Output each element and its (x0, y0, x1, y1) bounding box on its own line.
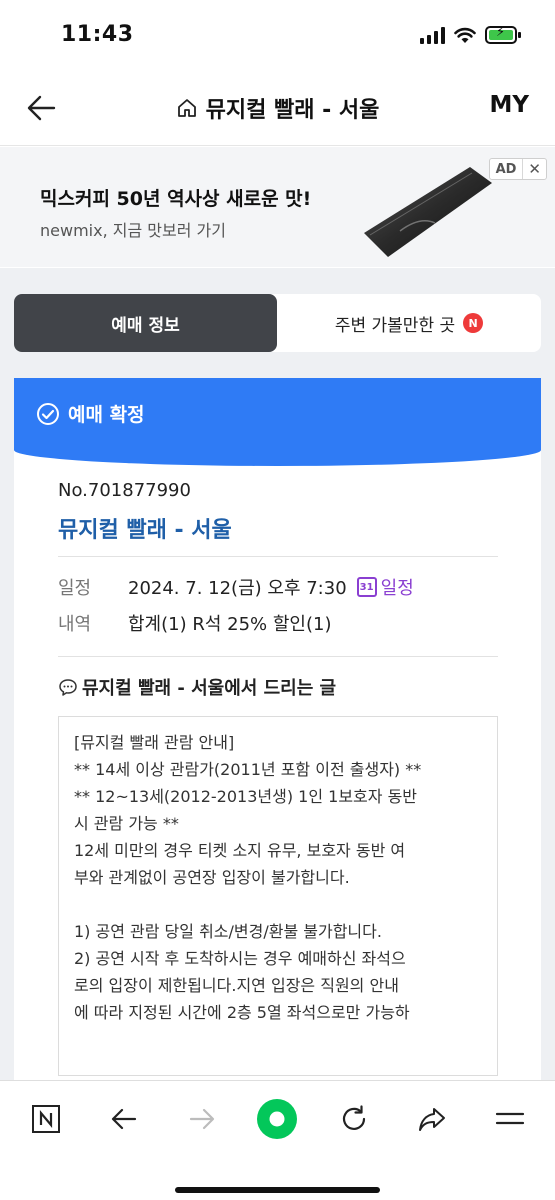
message-title: 뮤지컬 빨래 - 서울에서 드리는 글 (58, 674, 336, 700)
message-line: [뮤지컬 빨래 관람 안내] (74, 733, 235, 752)
ad-subtitle: newmix, 지금 맛보러 가기 (40, 221, 226, 240)
status-bar: 11:43 ⚡ (0, 0, 555, 70)
divider (58, 556, 498, 557)
message-line: 1) 공연 관람 당일 취소/변경/환불 불가합니다. (74, 922, 382, 941)
message-line: 에 따라 지정된 시간에 2층 5열 좌석으로만 가능하 (74, 1003, 410, 1022)
ad-title: 믹스커피 50년 역사상 새로운 맛! (40, 188, 312, 210)
ad-close-icon[interactable]: ✕ (523, 160, 546, 178)
status-icons: ⚡ (420, 25, 521, 44)
schedule-value: 2024. 7. 12(금) 오후 7:30 (128, 578, 347, 599)
signal-icon (420, 26, 445, 44)
app-header: 뮤지컬 빨래 - 서울 MY (0, 70, 555, 146)
ad-badge[interactable]: AD ✕ (488, 158, 547, 180)
home-icon (177, 99, 196, 117)
home-indicator (175, 1187, 380, 1193)
page-title-group[interactable]: 뮤지컬 빨래 - 서울 (0, 92, 555, 124)
naver-home-button[interactable] (24, 1097, 68, 1141)
naver-n-icon (32, 1105, 60, 1133)
back-arrow-icon (111, 1108, 137, 1130)
message-line (74, 891, 482, 918)
check-circle-icon (37, 402, 59, 425)
battery-icon: ⚡ (485, 25, 521, 44)
back-nav-button[interactable] (102, 1097, 146, 1141)
hamburger-menu-icon (495, 1112, 525, 1125)
tab-booking-info[interactable]: 예매 정보 (14, 294, 277, 352)
new-badge: N (463, 313, 484, 333)
divider (58, 656, 498, 657)
message-line: 2) 공연 시작 후 도착하시는 경우 예매하신 좌석으 (74, 949, 406, 968)
page-title: 뮤지컬 빨래 - 서울 (205, 98, 380, 123)
show-title[interactable]: 뮤지컬 빨래 - 서울 (58, 512, 232, 544)
schedule-label: 일정 (58, 578, 92, 599)
add-calendar-link[interactable]: 31 일정 (356, 574, 414, 600)
booking-card: 예매 확정 No.701877990 뮤지컬 빨래 - 서울 일정 2024. … (14, 378, 541, 1080)
message-line: 12세 미만의 경우 티켓 소지 유무, 보호자 동반 여 (74, 841, 406, 860)
naver-green-button[interactable] (255, 1097, 299, 1141)
booking-number: No.701877990 (58, 480, 191, 501)
chat-bubble-icon (59, 679, 77, 696)
status-time: 11:43 (61, 22, 134, 47)
schedule-row: 일정 2024. 7. 12(금) 오후 7:30 31 일정 (58, 574, 414, 600)
tab-nearby-places[interactable]: 주변 가볼만한 곳 N (277, 294, 541, 352)
main-content: 예매 정보 주변 가볼만한 곳 N 예매 확정 No.701877990 뮤지컬… (0, 268, 555, 1080)
message-title-text: 뮤지컬 빨래 - 서울에서 드리는 글 (82, 678, 337, 699)
message-line: 시 관람 가능 ** (74, 814, 179, 833)
details-label: 내역 (58, 614, 92, 635)
forward-nav-button[interactable] (180, 1097, 224, 1141)
message-line: 로의 입장이 제한됩니다.지연 입장은 직원의 안내 (74, 976, 399, 995)
browser-toolbar (0, 1080, 555, 1200)
forward-arrow-icon (189, 1108, 215, 1130)
booking-status: 예매 확정 (68, 404, 145, 426)
wifi-icon (454, 27, 476, 43)
refresh-icon (342, 1105, 366, 1130)
tab-bar: 예매 정보 주변 가볼만한 곳 N (14, 294, 541, 352)
message-line: ** 12~13세(2012-2013년생) 1인 1보호자 동반 (74, 787, 418, 806)
calendar-icon: 31 (356, 577, 377, 597)
my-button[interactable]: MY (489, 92, 529, 118)
details-value: 합계(1) R석 25% 할인(1) (128, 614, 332, 635)
ad-banner[interactable]: 믹스커피 50년 역사상 새로운 맛! newmix, 지금 맛보러 가기 AD… (0, 147, 555, 267)
refresh-button[interactable] (332, 1097, 376, 1141)
message-box[interactable]: [뮤지컬 빨래 관람 안내] ** 14세 이상 관람가(2011년 포함 이전… (58, 716, 498, 1076)
details-row: 내역 합계(1) R석 25% 할인(1) (58, 610, 331, 636)
message-line: ** 14세 이상 관람가(2011년 포함 이전 출생자) ** (74, 760, 422, 779)
ad-product-image (364, 167, 492, 257)
share-button[interactable] (410, 1097, 454, 1141)
ad-label: AD (490, 159, 524, 179)
green-dot-icon (257, 1099, 297, 1139)
message-line: 부와 관계없이 공연장 입장이 불가합니다. (74, 868, 350, 887)
share-arrow-icon (419, 1108, 445, 1131)
menu-button[interactable] (488, 1097, 532, 1141)
tab-nearby-label: 주변 가볼만한 곳 (334, 315, 456, 336)
confirm-banner: 예매 확정 (14, 378, 541, 466)
calendar-link-label: 일정 (380, 578, 414, 599)
